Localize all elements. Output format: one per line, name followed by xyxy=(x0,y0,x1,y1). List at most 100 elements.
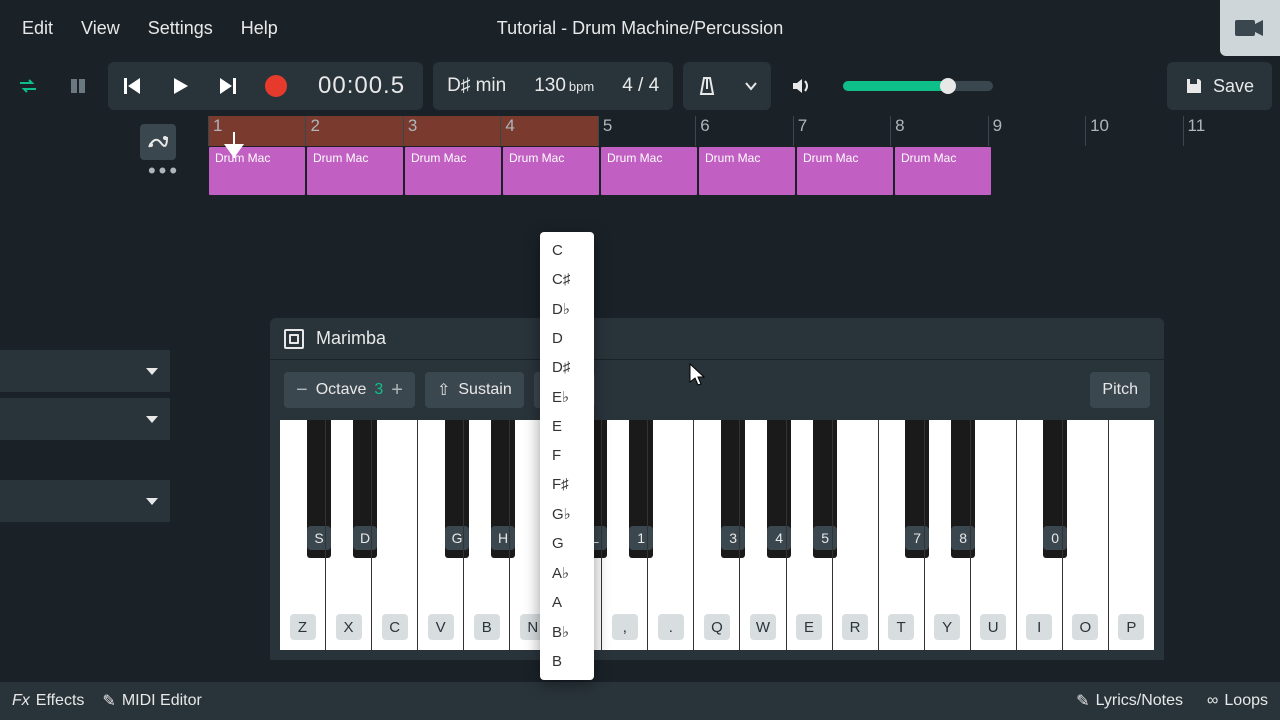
save-button[interactable]: Save xyxy=(1167,62,1272,110)
instrument-name[interactable]: Marimba xyxy=(316,328,386,349)
midi-clip[interactable]: Drum Mac xyxy=(404,146,502,196)
key-selector[interactable]: D♯ min xyxy=(433,75,520,97)
sidebar-dropdown-3[interactable] xyxy=(0,480,170,522)
white-key[interactable]: Y xyxy=(925,420,971,650)
skip-forward-button[interactable] xyxy=(204,62,252,110)
white-key[interactable]: C xyxy=(372,420,418,650)
note-option[interactable]: D♯ xyxy=(540,353,594,382)
ruler-tick[interactable]: 5 xyxy=(598,116,695,146)
ruler-tick[interactable]: 7 xyxy=(793,116,890,146)
menu-settings[interactable]: Settings xyxy=(134,10,227,47)
piano-keyboard[interactable]: SDGHL1345780 ZXCVBN,.QWERTYUIOP xyxy=(280,420,1154,650)
sidebar-dropdown-2[interactable] xyxy=(0,398,170,440)
white-key[interactable]: . xyxy=(648,420,694,650)
note-option[interactable]: F xyxy=(540,441,594,470)
instrument-icon[interactable] xyxy=(284,329,304,349)
note-option[interactable]: C♯ xyxy=(540,265,594,294)
midi-clip[interactable]: Drum Mac xyxy=(502,146,600,196)
note-option[interactable]: E♭ xyxy=(540,382,594,412)
sidebar-dropdown-1[interactable] xyxy=(0,350,170,392)
white-key[interactable]: W xyxy=(740,420,786,650)
midi-editor-tab[interactable]: ✎ MIDI Editor xyxy=(102,691,201,711)
white-key[interactable]: R xyxy=(833,420,879,650)
midi-clip[interactable]: Drum Mac xyxy=(894,146,992,196)
ruler-tick[interactable]: 3 xyxy=(403,116,500,146)
note-option[interactable]: B♭ xyxy=(540,617,594,647)
track-row: ••• Drum MacDrum MacDrum MacDrum MacDrum… xyxy=(120,146,1280,196)
note-dropdown[interactable]: CC♯D♭DD♯E♭EFF♯G♭GA♭AB♭B xyxy=(540,232,594,680)
split-icon[interactable] xyxy=(58,62,98,110)
menu-edit[interactable]: Edit xyxy=(8,10,67,47)
white-key[interactable]: P xyxy=(1109,420,1154,650)
loop-icon[interactable] xyxy=(8,62,48,110)
automation-icon[interactable] xyxy=(140,124,176,160)
lyrics-tab[interactable]: ✎ Lyrics/Notes xyxy=(1076,691,1183,711)
note-option[interactable]: E xyxy=(540,412,594,441)
time-display[interactable]: 00:00.5 xyxy=(300,72,423,100)
ruler-tick[interactable]: 10 xyxy=(1085,116,1182,146)
note-option[interactable]: G♭ xyxy=(540,499,594,529)
white-key[interactable]: , xyxy=(602,420,648,650)
effects-tab[interactable]: Fx Effects xyxy=(12,692,84,710)
note-option[interactable]: D♭ xyxy=(540,294,594,324)
note-option[interactable]: A♭ xyxy=(540,558,594,588)
video-camera-button[interactable] xyxy=(1220,0,1280,56)
ruler-tick[interactable]: 6 xyxy=(695,116,792,146)
midi-clip[interactable]: Drum Mac xyxy=(306,146,404,196)
timeline-ruler[interactable]: 1234567891011 xyxy=(208,116,1280,146)
transport-controls: 00:00.5 xyxy=(108,62,423,110)
menu-help[interactable]: Help xyxy=(227,10,292,47)
pitch-button[interactable]: Pitch xyxy=(1090,372,1150,408)
midi-clip[interactable]: Drum Mac xyxy=(600,146,698,196)
mouse-cursor xyxy=(688,362,708,388)
project-title: Tutorial - Drum Machine/Percussion xyxy=(497,18,783,39)
white-key[interactable]: B xyxy=(464,420,510,650)
play-button[interactable] xyxy=(156,62,204,110)
bottom-bar: Fx Effects ✎ MIDI Editor ✎ Lyrics/Notes … xyxy=(0,682,1280,720)
note-option[interactable]: C xyxy=(540,236,594,265)
ruler-tick[interactable]: 9 xyxy=(988,116,1085,146)
note-option[interactable]: A xyxy=(540,588,594,617)
octave-control[interactable]: − Octave 3 + xyxy=(284,372,415,408)
white-key[interactable]: Q xyxy=(694,420,740,650)
record-button[interactable] xyxy=(252,62,300,110)
volume-slider[interactable] xyxy=(843,81,993,91)
chevron-down-icon xyxy=(146,498,158,505)
white-key[interactable]: O xyxy=(1063,420,1109,650)
sustain-button[interactable]: ⇧ Sustain xyxy=(425,372,524,408)
white-key[interactable]: Z xyxy=(280,420,326,650)
playhead[interactable] xyxy=(224,144,244,158)
clip-lane[interactable]: Drum MacDrum MacDrum MacDrum MacDrum Mac… xyxy=(208,146,992,196)
white-key[interactable]: E xyxy=(787,420,833,650)
note-option[interactable]: G xyxy=(540,529,594,558)
loops-tab[interactable]: ∞ Loops xyxy=(1207,691,1268,711)
ruler-tick[interactable]: 8 xyxy=(890,116,987,146)
white-key[interactable]: U xyxy=(971,420,1017,650)
menu-view[interactable]: View xyxy=(67,10,134,47)
white-key[interactable]: T xyxy=(879,420,925,650)
ruler-tick[interactable]: 11 xyxy=(1183,116,1280,146)
midi-clip[interactable]: Drum Mac xyxy=(698,146,796,196)
midi-clip[interactable]: Drum Mac xyxy=(208,146,306,196)
octave-minus[interactable]: − xyxy=(296,379,308,402)
skip-back-button[interactable] xyxy=(108,62,156,110)
transport-toolbar: 00:00.5 D♯ min 130bpm 4 / 4 Save xyxy=(0,56,1280,116)
white-key[interactable]: I xyxy=(1017,420,1063,650)
instrument-panel: Marimba − Octave 3 + ⇧ Sustain Off ▾ Pit… xyxy=(270,318,1164,660)
note-option[interactable]: D xyxy=(540,324,594,353)
volume-icon[interactable] xyxy=(781,62,821,110)
note-option[interactable]: F♯ xyxy=(540,470,594,499)
ruler-tick[interactable]: 1 xyxy=(208,116,305,146)
metronome-dropdown[interactable] xyxy=(731,62,771,110)
ruler-tick[interactable]: 4 xyxy=(500,116,597,146)
octave-plus[interactable]: + xyxy=(391,379,403,402)
midi-clip[interactable]: Drum Mac xyxy=(796,146,894,196)
note-option[interactable]: B xyxy=(540,647,594,676)
song-settings: D♯ min 130bpm 4 / 4 xyxy=(433,62,673,110)
white-key[interactable]: X xyxy=(326,420,372,650)
timesig-selector[interactable]: 4 / 4 xyxy=(608,75,673,97)
metronome-icon[interactable] xyxy=(683,62,731,110)
tempo-selector[interactable]: 130bpm xyxy=(520,75,608,97)
white-key[interactable]: V xyxy=(418,420,464,650)
ruler-tick[interactable]: 2 xyxy=(305,116,402,146)
